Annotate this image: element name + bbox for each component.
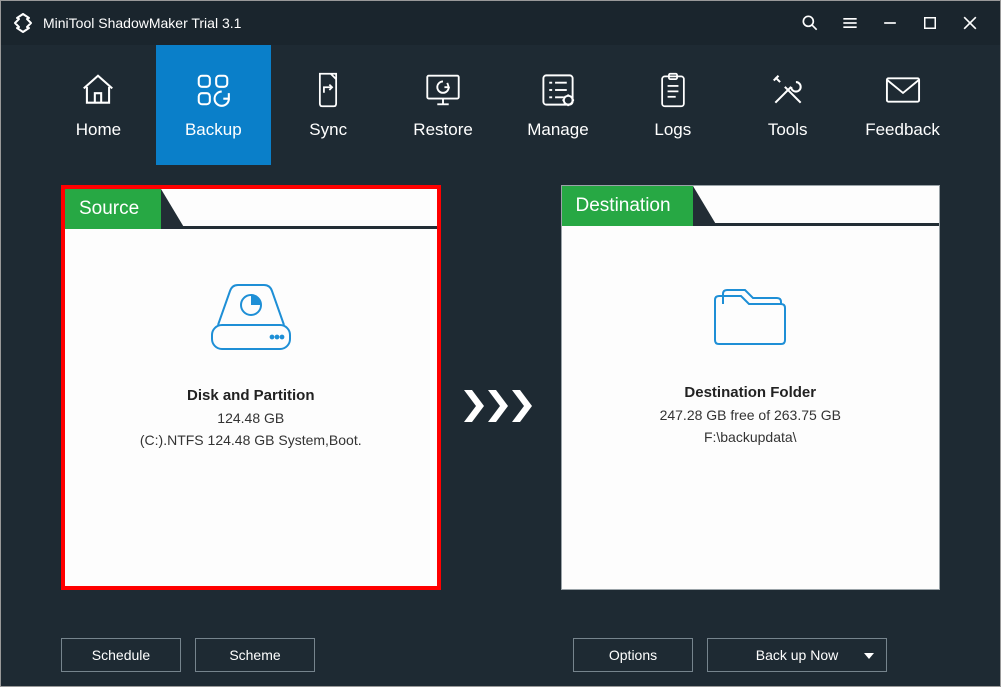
destination-free: 247.28 GB free of 263.75 GB — [660, 407, 841, 423]
nav-label: Sync — [309, 120, 347, 140]
backup-now-button[interactable]: Back up Now — [707, 638, 887, 672]
app-title: MiniTool ShadowMaker Trial 3.1 — [43, 15, 241, 31]
nav-label: Home — [76, 120, 121, 140]
sync-icon — [311, 70, 345, 110]
nav-label: Backup — [185, 120, 242, 140]
options-button[interactable]: Options — [573, 638, 693, 672]
source-title: Disk and Partition — [187, 387, 315, 404]
dropdown-caret-icon — [864, 653, 874, 659]
nav-manage[interactable]: Manage — [501, 45, 616, 165]
nav-backup[interactable]: Backup — [156, 45, 271, 165]
logs-icon — [656, 70, 690, 110]
nav-tools[interactable]: Tools — [730, 45, 845, 165]
manage-icon — [539, 70, 577, 110]
destination-header: Destination — [562, 186, 940, 226]
nav-label: Manage — [527, 120, 588, 140]
schedule-button[interactable]: Schedule — [61, 638, 181, 672]
source-card[interactable]: Source Disk and Partition 124.48 — [61, 185, 441, 590]
restore-icon — [423, 70, 463, 110]
destination-title: Destination Folder — [684, 384, 816, 401]
maximize-button[interactable] — [910, 1, 950, 45]
nav-label: Tools — [768, 120, 808, 140]
close-button[interactable] — [950, 1, 990, 45]
folder-icon — [705, 276, 795, 356]
source-wrap: Source Disk and Partition 124.48 — [61, 185, 441, 626]
app-window: MiniTool ShadowMaker Trial 3.1 Home — [0, 0, 1001, 687]
source-detail: (C:).NTFS 124.48 GB System,Boot. — [140, 432, 362, 448]
source-tab-label: Source — [65, 189, 161, 229]
nav-home[interactable]: Home — [41, 45, 156, 165]
nav-logs[interactable]: Logs — [615, 45, 730, 165]
home-icon — [79, 70, 117, 110]
search-button[interactable] — [790, 1, 830, 45]
nav-restore[interactable]: Restore — [386, 45, 501, 165]
nav-label: Logs — [654, 120, 691, 140]
main-nav: Home Backup Sync Restore Manage — [1, 45, 1000, 165]
nav-feedback[interactable]: Feedback — [845, 45, 960, 165]
backup-now-label: Back up Now — [756, 647, 838, 663]
tools-icon — [769, 70, 807, 110]
cards-row: Source Disk and Partition 124.48 — [61, 185, 940, 626]
main-content: Source Disk and Partition 124.48 — [1, 165, 1000, 686]
titlebar: MiniTool ShadowMaker Trial 3.1 — [1, 1, 1000, 45]
destination-card[interactable]: Destination Destination Folder 247.28 GB… — [561, 185, 941, 590]
feedback-icon — [884, 70, 922, 110]
destination-path: F:\backupdata\ — [704, 429, 797, 445]
nav-sync[interactable]: Sync — [271, 45, 386, 165]
nav-label: Restore — [413, 120, 473, 140]
disk-icon — [206, 279, 296, 359]
destination-tab-label: Destination — [562, 186, 693, 226]
menu-button[interactable] — [830, 1, 870, 45]
backup-icon — [194, 70, 232, 110]
source-size: 124.48 GB — [217, 410, 284, 426]
source-header: Source — [65, 189, 437, 229]
bottom-buttons: Schedule Scheme Options Back up Now — [61, 638, 940, 672]
scheme-button[interactable]: Scheme — [195, 638, 315, 672]
nav-label: Feedback — [865, 120, 940, 140]
app-logo-icon — [11, 11, 35, 35]
destination-wrap: Destination Destination Folder 247.28 GB… — [561, 185, 941, 626]
arrow-indicator — [441, 185, 561, 626]
minimize-button[interactable] — [870, 1, 910, 45]
